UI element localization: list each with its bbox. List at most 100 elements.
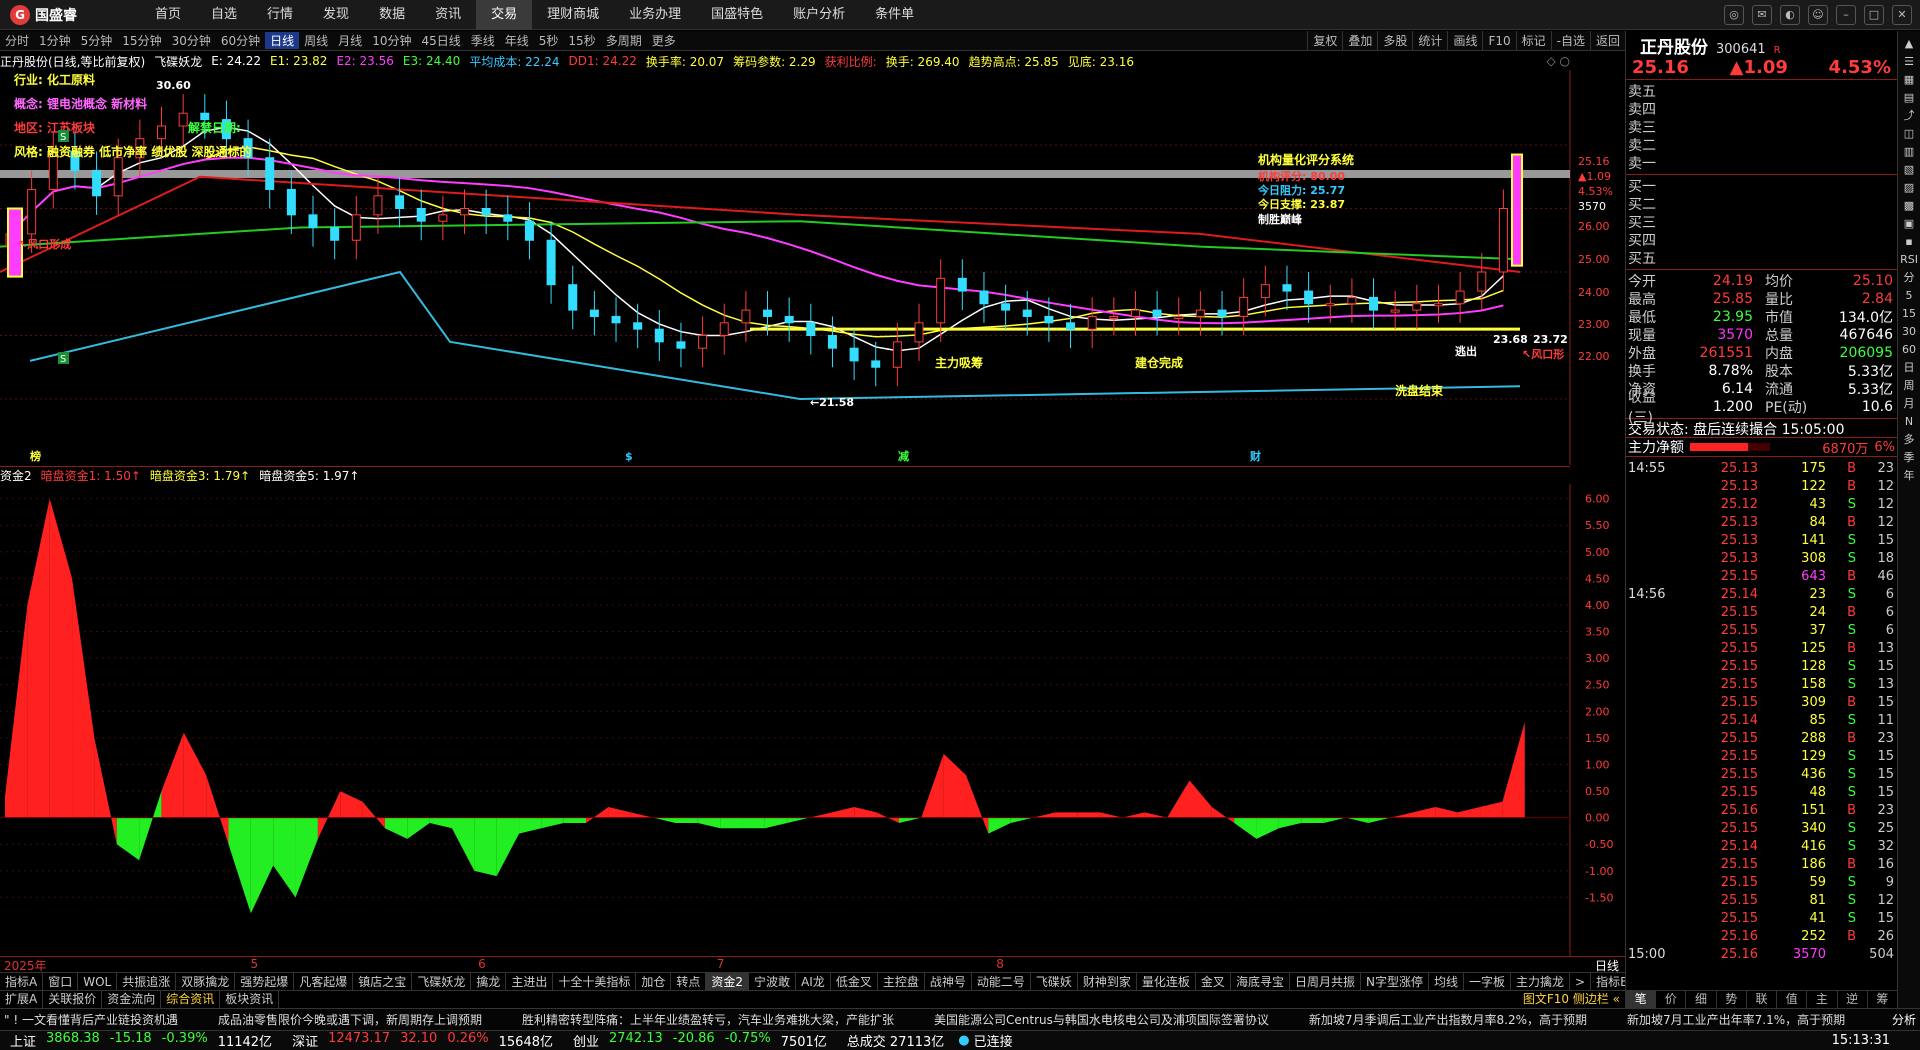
side-tool-icon-5[interactable]: ◫ — [1904, 127, 1914, 141]
news-ticker[interactable]: " ! 一文看懂背后产业链投资机遇 成品油零售限价今晚或遇下调，新周期存上调预期 胜… — [0, 1008, 1920, 1030]
news-item-2[interactable]: 胜利精密转型阵痛：上半年业绩盈转亏，汽车业务难挑大梁，产能扩张 — [522, 1011, 894, 1028]
menu-item-0[interactable]: 首页 — [140, 0, 196, 30]
index-quote-2[interactable]: 创业 2742.13 -20.86 -0.75% 7501亿 — [563, 1031, 837, 1050]
indicator-tab-31[interactable]: > — [1570, 972, 1592, 991]
indicator-tab-5[interactable]: 强势起爆 — [235, 972, 295, 991]
menu-item-2[interactable]: 行情 — [252, 0, 308, 30]
tool-button-0[interactable]: 复权 — [1307, 31, 1342, 51]
detail-tab-4[interactable]: 联 — [1747, 991, 1778, 1008]
bid-row[interactable]: 买二 — [1628, 195, 1895, 213]
indicator-tab-20[interactable]: 动能二号 — [972, 972, 1031, 991]
period-tab-1[interactable]: 1分钟 — [34, 32, 76, 49]
indicator-tab-6[interactable]: 凡客起爆 — [294, 972, 354, 991]
menu-item-10[interactable]: 账户分析 — [778, 0, 860, 30]
side-period-8[interactable]: 月 — [1904, 397, 1915, 411]
bid-row[interactable]: 买一 — [1628, 177, 1895, 195]
indicator-tab-0[interactable]: 指标A — [0, 972, 44, 991]
menu-item-1[interactable]: 自选 — [196, 0, 252, 30]
indicator-tab-1[interactable]: 窗口 — [43, 972, 79, 991]
period-tab-13[interactable]: 5秒 — [534, 32, 564, 49]
indicator-tab-28[interactable]: 均线 — [1429, 972, 1464, 991]
detail-tab-1[interactable]: 价 — [1656, 991, 1687, 1008]
tick-list[interactable]: 14:55 25.13 175 B 23 25.13 122 B 12 25.12 43 S 12 25.… — [1626, 457, 1897, 965]
indicator-tab-23[interactable]: 量化连板 — [1137, 972, 1196, 991]
f10-sidebar-toggle[interactable]: 图文F10 侧边栏 « — [1518, 991, 1625, 1008]
menu-item-11[interactable]: 条件单 — [860, 0, 929, 30]
indicator-tab-10[interactable]: 主进出 — [506, 972, 554, 991]
side-period-1[interactable]: 分 — [1904, 271, 1915, 285]
tool-button-4[interactable]: 画线 — [1447, 31, 1482, 51]
indicator-tab-7[interactable]: 镇店之宝 — [353, 972, 413, 991]
side-tool-icon-11[interactable]: ▪ — [1905, 235, 1912, 249]
bid-row[interactable]: 买三 — [1628, 213, 1895, 231]
user-icon[interactable]: ☺ — [1808, 5, 1828, 25]
tool-button-7[interactable]: -自选 — [1550, 31, 1590, 51]
side-tool-icon-9[interactable]: ▩ — [1904, 199, 1914, 213]
period-tab-10[interactable]: 45日线 — [416, 32, 465, 49]
ask-row[interactable]: 卖五 — [1628, 82, 1895, 100]
analysis-button[interactable]: 分析 — [1885, 1011, 1916, 1028]
side-tool-icon-6[interactable]: ▥ — [1904, 145, 1914, 159]
detail-tab-3[interactable]: 势 — [1717, 991, 1747, 1008]
indicator-tab-11[interactable]: 十全十美指标 — [553, 972, 637, 991]
detail-tab-7[interactable]: 逆 — [1838, 991, 1868, 1008]
detail-tab-8[interactable]: 筹 — [1868, 991, 1898, 1008]
news-item-5[interactable]: 新加坡7月工业产出年率7.1%，高于预期 — [1627, 1011, 1845, 1028]
info-tab-4[interactable]: 板块资讯 — [220, 990, 280, 1008]
indicator-tab-8[interactable]: 飞碟妖龙 — [412, 972, 472, 991]
maximize-icon[interactable]: □ — [1864, 5, 1884, 25]
news-item-0[interactable]: " ! 一文看懂背后产业链投资机遇 — [4, 1011, 178, 1028]
detail-tab-2[interactable]: 细 — [1686, 991, 1717, 1008]
side-period-11[interactable]: 季 — [1904, 451, 1915, 465]
menu-item-4[interactable]: 数据 — [364, 0, 420, 30]
period-tab-15[interactable]: 多周期 — [601, 32, 647, 49]
side-tool-icon-7[interactable]: ▧ — [1904, 163, 1914, 177]
tool-button-1[interactable]: 叠加 — [1342, 31, 1377, 51]
indicator-tab-29[interactable]: 一字板 — [1464, 972, 1511, 991]
info-tab-0[interactable]: 扩展A — [0, 990, 44, 1008]
indicator-tab-9[interactable]: 擒龙 — [471, 972, 507, 991]
period-tab-16[interactable]: 更多 — [647, 32, 681, 49]
kline-chart[interactable]: 行业: 化工原料 概念: 锂电池概念 新材料 地区: 江苏板块 风格: 融资融券 低市… — [0, 70, 1625, 465]
indicator-tab-13[interactable]: 转点 — [671, 972, 707, 991]
indicator-tab-21[interactable]: 飞碟妖 — [1031, 972, 1078, 991]
period-tab-3[interactable]: 15分钟 — [117, 32, 166, 49]
close-icon[interactable]: ✕ — [1892, 5, 1912, 25]
ask-row[interactable]: 卖三 — [1628, 118, 1895, 136]
side-period-10[interactable]: 多 — [1904, 433, 1915, 447]
side-period-3[interactable]: 15 — [1902, 307, 1916, 321]
index-quote-1[interactable]: 深证 12473.17 32.10 0.26% 15648亿 — [282, 1031, 563, 1050]
detail-tab-6[interactable]: 主 — [1807, 991, 1838, 1008]
side-period-6[interactable]: 日 — [1904, 361, 1915, 375]
side-period-2[interactable]: 5 — [1906, 289, 1913, 303]
side-tool-icon-4[interactable]: ⤴ — [1904, 109, 1915, 123]
menu-item-9[interactable]: 国盛特色 — [696, 0, 778, 30]
indicator-tab-16[interactable]: AI龙 — [796, 972, 831, 991]
period-tab-14[interactable]: 15秒 — [563, 32, 600, 49]
indicator-tab-19[interactable]: 战神号 — [925, 972, 972, 991]
mail-icon[interactable]: ✉ — [1752, 5, 1772, 25]
bid-row[interactable]: 买四 — [1628, 231, 1895, 249]
menu-item-5[interactable]: 资讯 — [420, 0, 476, 30]
period-tab-0[interactable]: 分时 — [0, 32, 34, 49]
detail-tab-5[interactable]: 值 — [1777, 991, 1808, 1008]
indicator-tab-14[interactable]: 资金2 — [706, 972, 750, 991]
menu-item-7[interactable]: 理财商城 — [532, 0, 614, 30]
tool-button-6[interactable]: 标记 — [1515, 31, 1551, 51]
indicator-tab-3[interactable]: 共振追涨 — [117, 972, 177, 991]
side-period-12[interactable]: 年 — [1904, 469, 1915, 483]
period-tab-7[interactable]: 周线 — [299, 32, 333, 49]
indicator-tab-2[interactable]: WOL — [78, 972, 118, 991]
indicator-tab-27[interactable]: N字型涨停 — [1361, 972, 1429, 991]
side-period-0[interactable]: RSI — [1900, 253, 1918, 267]
index-quote-0[interactable]: 上证 3868.38 -15.18 -0.39% 11142亿 — [0, 1031, 282, 1050]
period-tab-4[interactable]: 30分钟 — [167, 32, 216, 49]
ask-row[interactable]: 卖四 — [1628, 100, 1895, 118]
period-tab-11[interactable]: 季线 — [466, 32, 500, 49]
info-tab-2[interactable]: 资金流向 — [102, 990, 162, 1008]
side-tool-icon-10[interactable]: ▣ — [1904, 217, 1914, 231]
menu-item-6[interactable]: 交易 — [476, 0, 533, 30]
chart-settings-icon[interactable]: ◇ ○ — [1546, 54, 1570, 68]
period-tab-2[interactable]: 5分钟 — [76, 32, 118, 49]
minimize-icon[interactable]: – — [1836, 5, 1856, 25]
